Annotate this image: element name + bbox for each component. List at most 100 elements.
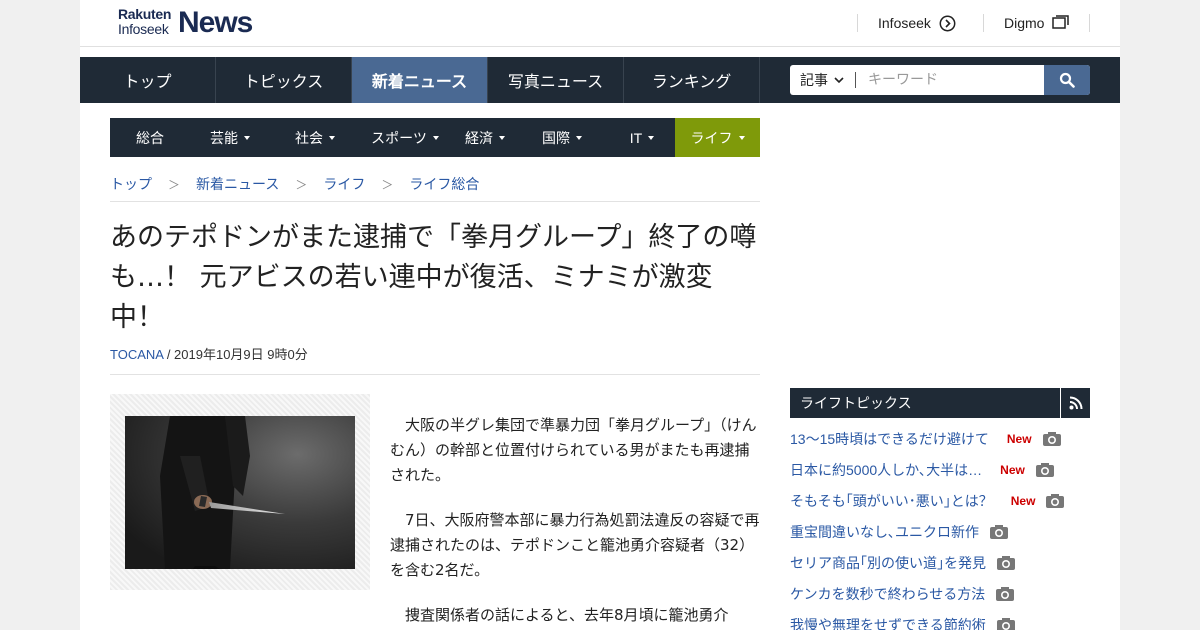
search-button[interactable] [1044, 65, 1090, 95]
topic-item[interactable]: そもそも｢頭がいい･悪い｣とは？ New [790, 485, 1090, 516]
category-entertainment[interactable]: 芸能 [190, 118, 270, 157]
life-topics-list: 13～15時頃はできるだけ避けて New 日本に約5000人しか､大半は… Ne… [790, 423, 1090, 630]
chevron-down-icon [834, 77, 844, 84]
article-photo[interactable] [125, 416, 355, 569]
article-photo-frame [110, 394, 370, 590]
topic-item[interactable]: 13～15時頃はできるだけ避けて New [790, 423, 1090, 454]
main-nav-photo-news[interactable]: 写真ニュース [488, 57, 624, 103]
article-title: あのテポドンがまた逮捕で「拳月グループ」終了の噂も…！ 元アビスの若い連中が復活… [110, 222, 757, 333]
camera-icon [1045, 493, 1065, 509]
article-meta: TOCANA / 2019年10月9日 9時0分 [110, 344, 308, 363]
header-divider [857, 14, 858, 32]
category-economy[interactable]: 経済 [445, 118, 525, 157]
main-nav: トップ トピックス 新着ニュース 写真ニュース ランキング 記事 [80, 57, 1120, 103]
topic-link[interactable]: ケンカを数秒で終わらせる方法 [790, 584, 985, 604]
caret-down-icon [499, 135, 505, 140]
category-general[interactable]: 総合 [110, 118, 190, 157]
category-society[interactable]: 社会 [275, 118, 355, 157]
topic-link[interactable]: そもそも｢頭がいい･悪い｣とは？ [790, 491, 993, 511]
category-label: 総合 [136, 129, 164, 146]
header-divider [983, 14, 984, 32]
search-input[interactable] [858, 65, 1038, 95]
topic-item[interactable]: 我慢や無理をせずできる節約術 [790, 609, 1090, 630]
logo-infoseek-text: Infoseek [118, 21, 169, 37]
caret-down-icon [576, 135, 582, 140]
category-label: スポーツ [371, 129, 427, 146]
camera-icon [1042, 431, 1062, 447]
article-paragraph: 大阪の半グレ集団で準暴力団「拳月グループ」（けんむん）の幹部と位置付けられている… [390, 416, 757, 484]
new-badge: New [1000, 462, 1025, 477]
topic-link[interactable]: 13～15時頃はできるだけ避けて [790, 429, 989, 449]
caret-down-icon [738, 135, 745, 140]
topic-link[interactable]: セリア商品｢別の使い道｣を発見 [790, 553, 986, 573]
logo-news-text: News [178, 6, 253, 39]
search-icon [1059, 72, 1075, 88]
camera-icon [996, 555, 1016, 571]
article-paragraph: 捜査関係者の話によると、去年8月頃に籠池勇介 [405, 606, 729, 624]
logo-rakuten-text: Rakuten [118, 6, 172, 22]
category-label: ライフ [690, 129, 733, 146]
life-topics-title: ライフトピックス [800, 395, 912, 411]
category-label: 国際 [542, 129, 570, 146]
caret-down-icon [244, 135, 250, 140]
main-nav-ranking[interactable]: ランキング [624, 57, 760, 103]
camera-icon [989, 524, 1009, 540]
topic-link[interactable]: 日本に約5000人しか､大半は… [790, 460, 982, 480]
infoseek-link-label: Infoseek [878, 15, 931, 31]
digmo-link[interactable]: Digmo [1004, 0, 1070, 46]
search-category-select[interactable]: 記事 [790, 65, 856, 95]
search-box: 記事 [790, 65, 1090, 95]
caret-down-icon [432, 135, 439, 140]
article-body: 大阪の半グレ集団で準暴力団「拳月グループ」（けんむん）の幹部と位置付けられている… [390, 413, 760, 630]
header-divider [1089, 14, 1090, 32]
rss-button[interactable] [1060, 388, 1090, 418]
page: Rakuten Infoseek News Infoseek Digmo トップ… [80, 0, 1120, 630]
chevron-right-icon: ＞ [168, 177, 181, 192]
rss-icon [1069, 396, 1082, 410]
topic-item[interactable]: 重宝間違いなし､ユニクロ新作 [790, 516, 1090, 547]
main-nav-top[interactable]: トップ [80, 57, 216, 103]
topic-link[interactable]: 我慢や無理をせずできる節約術 [790, 615, 986, 630]
main-nav-latest-news[interactable]: 新着ニュース [352, 57, 488, 103]
category-label: 芸能 [210, 129, 238, 146]
topic-item[interactable]: 日本に約5000人しか､大半は… New [790, 454, 1090, 485]
article-paragraph: 7日、大阪府警本部に暴力行為処罰法違反の容疑で再逮捕されたのは、テポドンこと籠池… [390, 511, 760, 579]
breadcrumb-latest-news[interactable]: 新着ニュース [196, 174, 279, 194]
infoseek-link[interactable]: Infoseek [878, 0, 956, 46]
topic-item[interactable]: セリア商品｢別の使い道｣を発見 [790, 547, 1090, 578]
caret-down-icon [648, 135, 655, 140]
topic-link[interactable]: 重宝間違いなし､ユニクロ新作 [790, 522, 979, 542]
search-category-label: 記事 [800, 73, 828, 89]
category-sports[interactable]: スポーツ [355, 118, 455, 157]
camera-icon [1035, 462, 1055, 478]
article-source-link[interactable]: TOCANA [110, 347, 163, 362]
camera-icon [996, 617, 1016, 630]
topic-item[interactable]: ケンカを数秒で終わらせる方法 [790, 578, 1090, 609]
category-nav: 総合 芸能 社会 スポーツ 経済 国際 IT ライフ [110, 118, 760, 157]
breadcrumb: トップ ＞ 新着ニュース ＞ ライフ ＞ ライフ総合 [110, 172, 760, 196]
divider [110, 374, 760, 375]
life-topics-header: ライフトピックス [790, 388, 1090, 418]
breadcrumb-life[interactable]: ライフ [323, 174, 365, 194]
breadcrumb-life-general[interactable]: ライフ総合 [409, 174, 479, 194]
category-international[interactable]: 国際 [522, 118, 602, 157]
site-header: Rakuten Infoseek News Infoseek Digmo [80, 0, 1120, 47]
chevron-right-icon: ＞ [295, 177, 308, 192]
category-label: 経済 [465, 129, 493, 146]
arrow-circle-icon [939, 15, 956, 31]
camera-icon [995, 586, 1015, 602]
divider [110, 201, 760, 202]
category-label: 社会 [295, 129, 323, 146]
caret-down-icon [329, 135, 335, 140]
main-nav-topics[interactable]: トピックス [216, 57, 352, 103]
digmo-link-label: Digmo [1004, 15, 1045, 31]
breadcrumb-top[interactable]: トップ [110, 174, 152, 194]
category-life[interactable]: ライフ [675, 118, 760, 157]
chevron-right-icon: ＞ [381, 177, 394, 192]
category-it[interactable]: IT [602, 118, 682, 157]
article-date: / 2019年10月9日 9時0分 [163, 347, 308, 362]
new-badge: New [1010, 493, 1036, 508]
new-badge: New [1006, 431, 1032, 446]
windows-icon [1052, 15, 1070, 29]
category-label: IT [629, 129, 643, 146]
